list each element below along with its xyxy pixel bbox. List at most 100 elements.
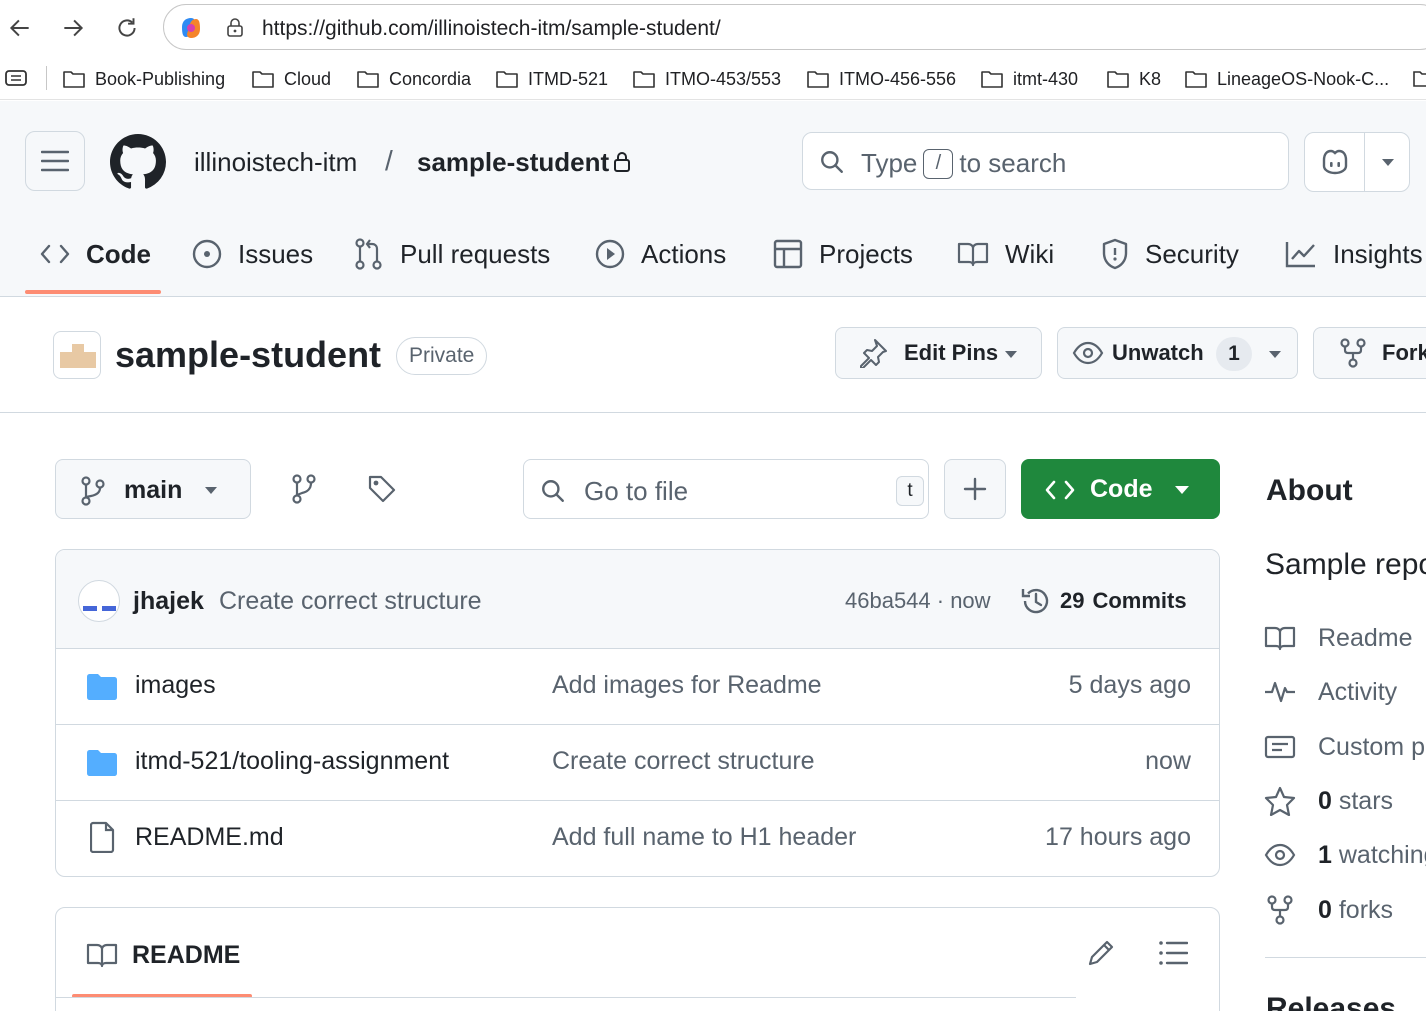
file-row[interactable]: README.md Add full name to H1 header 17 … [56, 801, 1219, 876]
sidebar-label: stars [1338, 786, 1394, 815]
folder-icon [252, 71, 274, 88]
commits-count: 29 [1060, 588, 1085, 613]
tab-actions[interactable]: Actions [595, 232, 726, 276]
bookmark-item[interactable]: Book-Publishing [62, 66, 225, 92]
owner-link[interactable]: illinoistech-itm [194, 147, 357, 178]
back-button[interactable] [2, 10, 38, 46]
page-info-icon[interactable] [224, 17, 246, 39]
tags-link[interactable] [358, 465, 406, 513]
git-branch-icon [81, 476, 105, 506]
tab-code[interactable]: Code [40, 232, 151, 276]
folder-icon[interactable] [1412, 68, 1426, 88]
fork-button[interactable]: Fork [1313, 327, 1426, 379]
sidebar-item-forks[interactable]: 0 forks [1264, 894, 1393, 926]
branch-select-button[interactable]: main [55, 459, 251, 519]
sidebar-item-stars[interactable]: 0 stars [1264, 785, 1393, 817]
book-icon [86, 943, 118, 968]
file-row[interactable]: images Add images for Readme 5 days ago [56, 649, 1219, 725]
copilot-dropdown-button[interactable] [1366, 133, 1410, 191]
tab-issues[interactable]: Issues [192, 232, 313, 276]
releases-heading[interactable]: Releases [1266, 992, 1396, 1011]
github-logo-icon[interactable] [110, 134, 166, 190]
bookmark-item[interactable]: Concordia [356, 66, 471, 92]
code-icon [40, 244, 70, 264]
file-commit-message[interactable]: Create correct structure [552, 747, 815, 776]
copilot-icon [1322, 149, 1347, 175]
sidebar-item-custom-properties[interactable]: Custom p [1264, 731, 1425, 763]
bookmark-item[interactable]: itmt-430 [980, 66, 1078, 92]
bookmark-label: Book-Publishing [95, 68, 226, 89]
branches-link[interactable] [280, 465, 328, 513]
eye-icon [1072, 341, 1104, 365]
tab-code-label: Code [86, 238, 151, 269]
author-avatar[interactable] [78, 580, 120, 622]
about-heading: About [1266, 474, 1353, 507]
watch-count-badge: 1 [1216, 337, 1252, 371]
copilot-button[interactable] [1305, 133, 1365, 191]
file-table: jhajek Create correct structure 46ba544 … [55, 549, 1220, 877]
go-to-file-input[interactable]: Go to file t [523, 459, 929, 519]
bookmark-item[interactable]: Cloud [251, 66, 331, 92]
address-bar[interactable]: https://github.com/illinoistech-itm/samp… [163, 4, 1426, 50]
edit-pins-label: Edit Pins [904, 340, 999, 365]
commits-history-link[interactable]: 29 Commits [1020, 584, 1187, 618]
pulse-icon [1265, 681, 1295, 703]
add-file-button[interactable] [944, 459, 1006, 519]
triangle-down-icon [205, 487, 217, 494]
pencil-icon[interactable] [1086, 938, 1116, 968]
reload-button[interactable] [109, 10, 145, 46]
forward-button[interactable] [55, 10, 91, 46]
bookmark-label: ITMO-453/553 [665, 68, 782, 89]
global-menu-button[interactable] [25, 131, 85, 191]
tab-insights[interactable]: Insights [1285, 232, 1423, 276]
browser-toolbar: https://github.com/illinoistech-itm/samp… [0, 0, 1426, 56]
bookmark-item[interactable]: ITMD-521 [495, 66, 608, 92]
unwatch-button[interactable]: Unwatch 1 [1057, 327, 1298, 379]
bookmark-item[interactable]: ITMO-453/553 [632, 66, 781, 92]
tab-wiki[interactable]: Wiki [957, 232, 1054, 276]
repo-link[interactable]: sample-student [417, 147, 609, 178]
file-commit-message[interactable]: Add full name to H1 header [552, 823, 856, 852]
copilot-button-group [1304, 132, 1410, 192]
readme-tab[interactable]: README [86, 938, 240, 972]
sidebar-item-readme[interactable]: Readme [1264, 622, 1413, 654]
tab-wiki-label: Wiki [1005, 238, 1055, 269]
edit-pins-button[interactable]: Edit Pins [835, 327, 1042, 379]
commit-author[interactable]: jhajek [133, 587, 204, 616]
sidebar-count: 0 [1318, 895, 1332, 924]
play-icon [595, 239, 625, 269]
code-icon [1045, 480, 1075, 500]
file-commit-message[interactable]: Add images for Readme [552, 671, 822, 700]
repo-title[interactable]: sample-student [115, 334, 381, 376]
file-row[interactable]: itmd-521/tooling-assignment Create corre… [56, 725, 1219, 801]
sidebar-count: 0 [1318, 786, 1332, 815]
file-name[interactable]: README.md [135, 823, 284, 852]
bookmark-label: LineageOS-Nook-C... [1217, 68, 1390, 89]
tab-security[interactable]: Security [1101, 232, 1239, 276]
readme-panel: README [55, 907, 1220, 1011]
tab-projects[interactable]: Projects [773, 232, 913, 276]
tab-actions-label: Actions [641, 238, 727, 269]
github-header: illinoistech-itm / sample-student Type /… [0, 101, 1426, 297]
triangle-down-icon [1175, 486, 1189, 494]
file-name[interactable]: itmd-521/tooling-assignment [135, 747, 449, 776]
sidebar-divider [1265, 957, 1426, 958]
sidebar-item-activity[interactable]: Activity [1264, 676, 1397, 708]
tab-pull-requests[interactable]: Pull requests [354, 232, 550, 276]
about-description: Sample repo [1265, 548, 1426, 581]
outline-list-icon[interactable] [1158, 940, 1188, 966]
identicon-icon [60, 344, 96, 368]
bookmark-item[interactable]: LineageOS-Nook-C... [1184, 66, 1389, 92]
global-search-input[interactable]: Type / to search [802, 132, 1289, 190]
reading-list-icon[interactable] [4, 68, 30, 88]
branch-name: main [124, 476, 183, 504]
bookmark-item[interactable]: ITMO-456-556 [806, 66, 956, 92]
commit-message[interactable]: Create correct structure [219, 587, 482, 616]
file-name[interactable]: images [135, 671, 216, 700]
folder-icon [496, 71, 518, 88]
sidebar-item-watching[interactable]: 1 watching [1264, 839, 1426, 871]
commit-sha-time[interactable]: 46ba544 · now [845, 588, 991, 614]
go-to-file-shortcut-key: t [896, 476, 924, 506]
code-dropdown-button[interactable]: Code [1021, 459, 1220, 519]
bookmark-item[interactable]: K8 [1106, 66, 1161, 92]
